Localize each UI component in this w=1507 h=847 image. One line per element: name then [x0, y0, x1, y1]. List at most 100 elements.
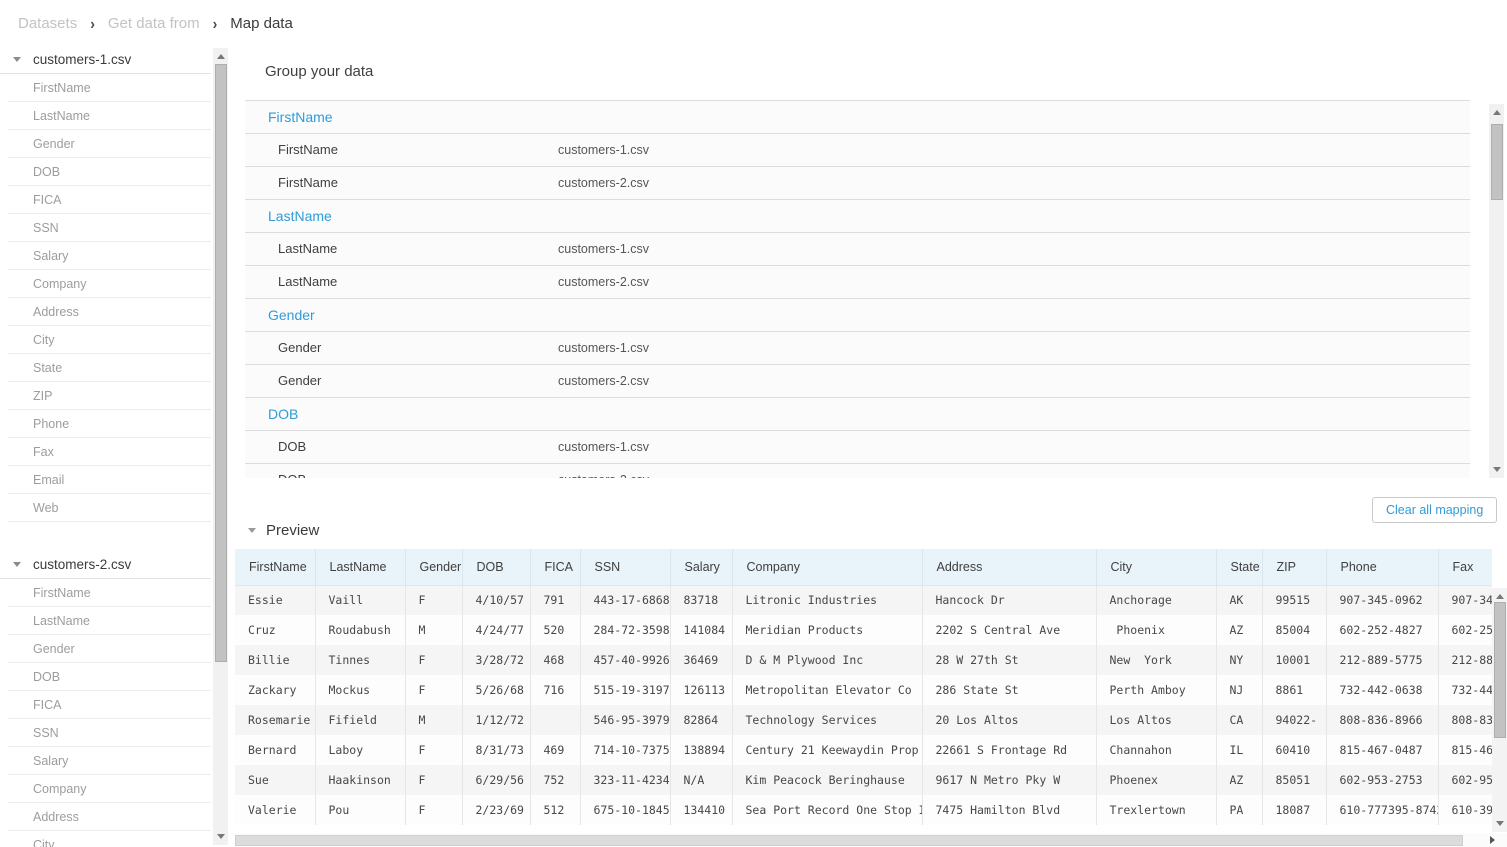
table-cell: 602-953 [1438, 765, 1492, 795]
table-cell: 443-17-6868 [580, 585, 671, 615]
mapping-group-heading[interactable]: DOB [245, 397, 1470, 430]
sidebar-field-item[interactable]: Email [8, 466, 211, 494]
mapping-row[interactable]: LastName customers-1.csv [245, 232, 1470, 265]
scroll-up-icon[interactable] [1495, 594, 1504, 599]
sidebar-dataset-list: customers-1.csv FirstName LastName Gende… [0, 46, 211, 847]
table-cell: 10001 [1262, 645, 1327, 675]
table-cell: 546-95-3979 [580, 705, 671, 735]
breadcrumb-datasets[interactable]: Datasets [18, 15, 77, 32]
sidebar-field-item[interactable]: State [8, 354, 211, 382]
scrollbar-thumb[interactable] [235, 834, 1463, 846]
table-cell: 141084 [670, 615, 733, 645]
table-cell: Tinnes [315, 645, 406, 675]
map-data-screen: Datasets › Get data from › Map data cust… [0, 0, 1507, 847]
preview-header-row: FirstName LastName Gender DOB FICA SSN Salary C… [235, 549, 1492, 585]
sidebar-field-item[interactable]: Company [8, 775, 211, 803]
chevron-right-icon: › [212, 13, 218, 33]
sidebar-field-item[interactable]: FirstName [8, 74, 211, 102]
mapping-group-heading[interactable]: Gender [245, 298, 1470, 331]
scroll-up-icon[interactable] [1492, 110, 1501, 115]
scrollbar-thumb[interactable] [1493, 602, 1506, 738]
mapping-source-file: customers-1.csv [558, 242, 649, 256]
table-cell: 82864 [670, 705, 733, 735]
breadcrumb-get-data-from[interactable]: Get data from [108, 15, 200, 32]
table-cell: 126113 [670, 675, 733, 705]
sidebar-field-item[interactable]: SSN [8, 214, 211, 242]
sidebar-field-item[interactable]: Gender [8, 130, 211, 158]
table-cell: F [405, 795, 463, 825]
sidebar-field-item[interactable]: City [8, 326, 211, 354]
mapping-row[interactable]: DOB customers-2.csv [245, 463, 1470, 478]
sidebar-field-item[interactable]: Fax [8, 438, 211, 466]
table-cell: Kim Peacock Beringhause [732, 765, 923, 795]
table-cell: 8/31/73 [462, 735, 531, 765]
table-cell: Fifield [315, 705, 406, 735]
dataset-field-list: FirstName LastName Gender DOB FICA SSN S… [0, 74, 211, 522]
scroll-down-icon[interactable] [1492, 467, 1501, 472]
sidebar-field-item[interactable]: Phone [8, 410, 211, 438]
sidebar-field-item[interactable]: Web [8, 494, 211, 522]
mapping-row[interactable]: FirstName customers-1.csv [245, 133, 1470, 166]
sidebar-scrollbar[interactable] [213, 48, 228, 845]
mapping-row[interactable]: DOB customers-1.csv [245, 430, 1470, 463]
mapping-source-file: customers-2.csv [558, 374, 649, 388]
sidebar-field-item[interactable]: Address [8, 298, 211, 326]
scroll-down-icon[interactable] [216, 834, 225, 839]
mapping-group-heading[interactable]: LastName [245, 199, 1470, 232]
sidebar-field-item[interactable]: DOB [8, 158, 211, 186]
sidebar-field-item[interactable]: LastName [8, 102, 211, 130]
scroll-up-icon[interactable] [216, 54, 225, 59]
mapping-source-file: customers-2.csv [558, 176, 649, 190]
clear-all-mapping-button[interactable]: Clear all mapping [1372, 497, 1498, 523]
column-header-address: Address [922, 549, 1097, 585]
sidebar-field-item[interactable]: Gender [8, 635, 211, 663]
table-cell: 20 Los Altos [922, 705, 1097, 735]
sidebar-field-item[interactable]: DOB [8, 663, 211, 691]
sidebar-field-item[interactable]: FirstName [8, 579, 211, 607]
preview-section-header[interactable]: Preview [248, 522, 319, 539]
preview-horizontal-scrollbar[interactable] [235, 833, 1507, 847]
sidebar-field-item[interactable]: Salary [8, 747, 211, 775]
table-cell: 3/28/72 [462, 645, 531, 675]
table-row: Billie Tinnes F 3/28/72 468 457-40-9926 36469 D… [235, 645, 1492, 675]
table-cell: 714-10-7375 [580, 735, 671, 765]
mapping-row[interactable]: FirstName customers-2.csv [245, 166, 1470, 199]
table-cell: PA [1216, 795, 1263, 825]
collapse-triangle-icon[interactable] [248, 528, 256, 533]
table-cell: Mockus [315, 675, 406, 705]
scrollbar-thumb[interactable] [214, 64, 227, 662]
column-header-state: State [1216, 549, 1263, 585]
sidebar-field-item[interactable]: City [8, 831, 211, 847]
table-cell: 5/26/68 [462, 675, 531, 705]
sidebar-field-item[interactable]: Company [8, 270, 211, 298]
collapse-triangle-icon [13, 562, 21, 567]
table-cell: 907-345 [1438, 585, 1492, 615]
sidebar-field-item[interactable]: Salary [8, 242, 211, 270]
sidebar-dataset-header[interactable]: customers-2.csv [0, 551, 211, 579]
scrollbar-thumb[interactable] [1490, 124, 1503, 200]
table-cell: 85004 [1262, 615, 1327, 645]
sidebar-field-item[interactable]: Address [8, 803, 211, 831]
table-cell: 94022- [1262, 705, 1327, 735]
mapping-row[interactable]: Gender customers-1.csv [245, 331, 1470, 364]
mapping-field-name: LastName [278, 241, 338, 256]
table-cell: 808-836 [1438, 705, 1492, 735]
sidebar-field-item[interactable]: ZIP [8, 382, 211, 410]
table-cell: Essie [235, 585, 316, 615]
scroll-right-icon[interactable] [1490, 836, 1495, 844]
mapping-row[interactable]: LastName customers-2.csv [245, 265, 1470, 298]
fields-sidebar: customers-1.csv FirstName LastName Gende… [0, 46, 233, 847]
sidebar-field-item[interactable]: FICA [8, 691, 211, 719]
mapping-row[interactable]: Gender customers-2.csv [245, 364, 1470, 397]
preview-vertical-scrollbar[interactable] [1492, 588, 1507, 832]
mapping-scrollbar[interactable] [1489, 104, 1504, 478]
scroll-down-icon[interactable] [1495, 821, 1504, 826]
sidebar-field-item[interactable]: FICA [8, 186, 211, 214]
sidebar-field-item[interactable]: SSN [8, 719, 211, 747]
table-cell: 2/23/69 [462, 795, 531, 825]
table-cell: 138894 [670, 735, 733, 765]
mapping-group-heading[interactable]: FirstName [245, 100, 1470, 133]
sidebar-dataset-header[interactable]: customers-1.csv [0, 46, 211, 74]
sidebar-field-item[interactable]: LastName [8, 607, 211, 635]
table-cell: 8861 [1262, 675, 1327, 705]
